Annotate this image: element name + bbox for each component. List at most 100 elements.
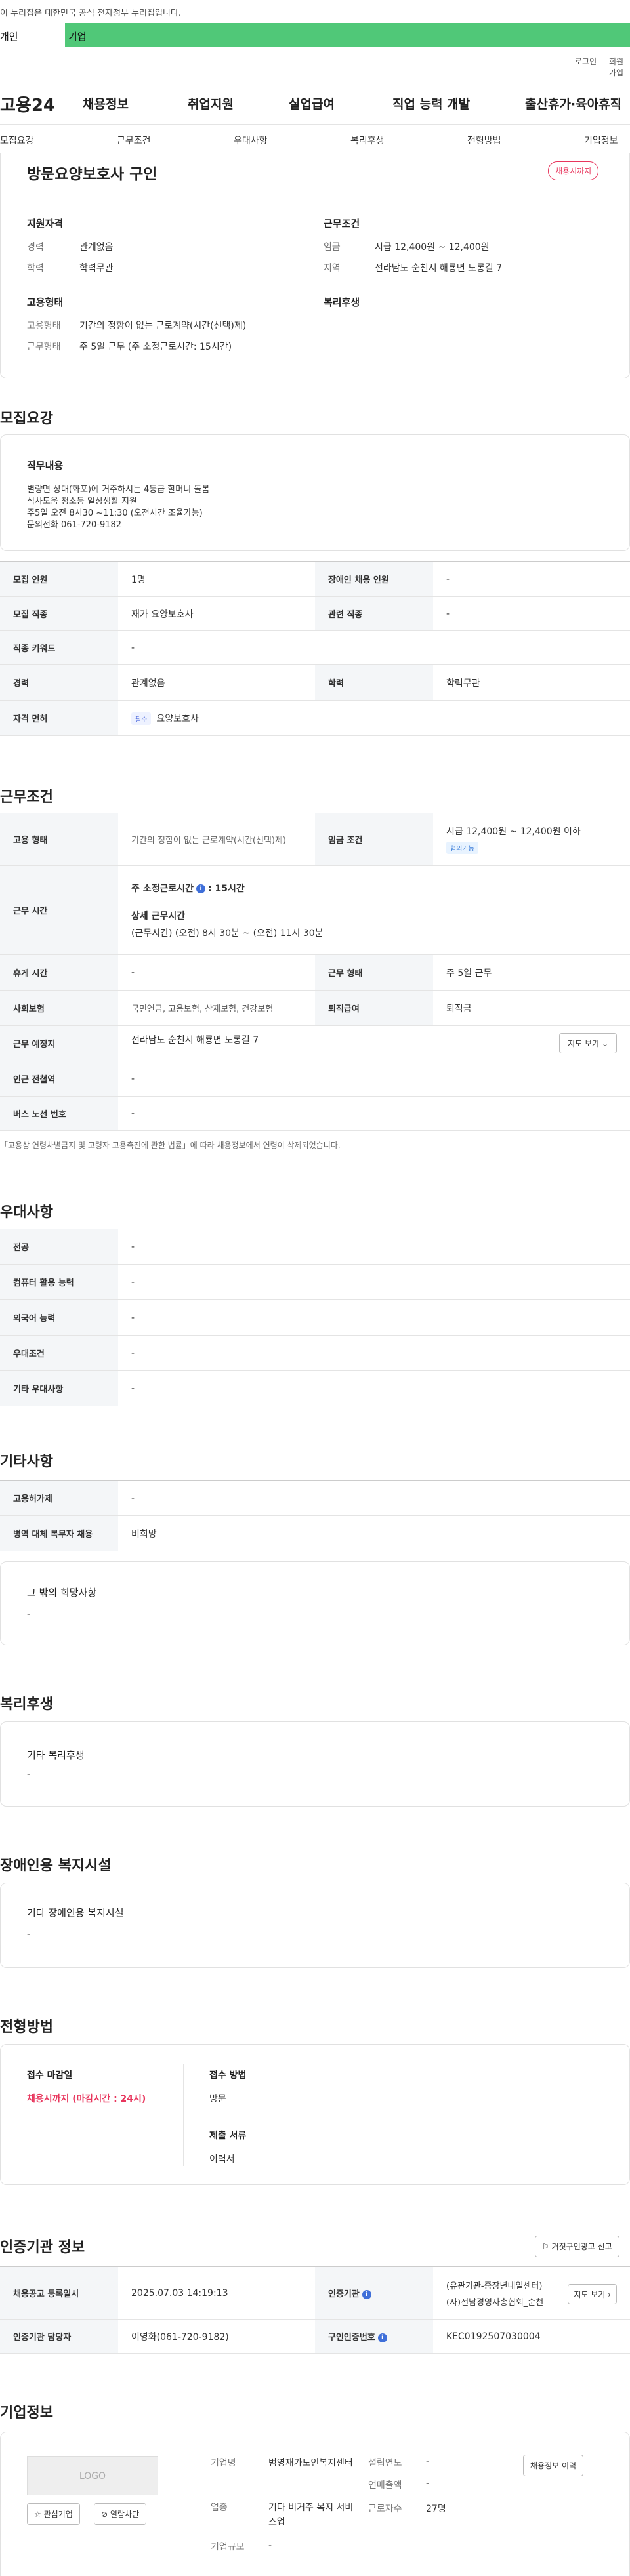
td: 주 소정근로시간 i: 15시간 상세 근무시간 (근무시간) (오전) 8시 3… <box>118 865 630 955</box>
disabled-box-title: 기타 장애인용 복지시설 <box>27 1907 124 1919</box>
agency-map-label: 지도 보기 <box>574 2289 606 2299</box>
work-type-value: 주 5일 근무 (주 소정근로시간: 15시간) <box>79 342 232 352</box>
th: 모집 인원 <box>0 561 118 597</box>
info-icon[interactable]: i <box>196 884 206 893</box>
flag-icon: ⚐ <box>542 2242 549 2251</box>
td: 국민연금, 고용보험, 산재보험, 건강보험 <box>118 990 315 1026</box>
duty-box: 직무내용 별량면 상대(화포)에 거주하시는 4등급 할머니 돌봄 식사도움 청… <box>0 434 630 551</box>
chevron-down-icon: ⌄ <box>601 1039 608 1048</box>
join-link[interactable]: 회원가입 <box>609 56 630 78</box>
table-row: 모집 인원 1명 장애인 채용 인원 - <box>0 561 630 597</box>
info-icon[interactable]: i <box>362 2289 371 2299</box>
pref-table: 전공 - 컴퓨터 활용 능력 - 외국어 능력 - 우대조건 - 기타 우대사항 - <box>0 1229 630 1406</box>
td: 주 5일 근무 <box>433 954 630 991</box>
employment-title: 고용형태 <box>27 296 64 308</box>
table-row: 모집 직종 재가 요양보호사 관련 직종 - <box>0 596 630 631</box>
th: 버스 노선 번호 <box>0 1096 118 1131</box>
table-row: 병역 대체 복무자 채용 비희망 <box>0 1515 630 1551</box>
menu-employment-support[interactable]: 취업지원 <box>188 94 234 112</box>
th: 근무 예정지 <box>0 1025 118 1061</box>
method-value: 방문 <box>209 2094 226 2104</box>
menu-vocational-training[interactable]: 직업 능력 개발 <box>392 94 470 112</box>
th: 고용 형태 <box>0 813 118 866</box>
snb-recruit[interactable]: 모집요강 <box>0 134 34 147</box>
wage-detail: 시급 12,400원 ~ 12,400원 이하 <box>446 827 581 837</box>
favorite-button[interactable]: ☆ 관심기업 <box>27 2503 80 2525</box>
industry-label: 업종 <box>211 2503 228 2513</box>
company-name-label: 기업명 <box>211 2458 236 2468</box>
company-name-value: 범영재가노인복지센터 <box>268 2458 353 2468</box>
revenue-value: - <box>426 2478 430 2489</box>
place-value: 전라남도 순천시 해룡면 도롱길 7 <box>131 1035 259 1046</box>
snb-work[interactable]: 근무조건 <box>117 134 151 147</box>
founded-label: 설립연도 <box>368 2458 402 2468</box>
td: - <box>118 1096 630 1131</box>
welfare-box-title: 기타 복리후생 <box>27 1749 85 1761</box>
founded-value: - <box>426 2456 430 2466</box>
login-link[interactable]: 로그인 <box>575 56 597 67</box>
site-logo[interactable]: 고용24 <box>0 92 55 116</box>
td: 전라남도 순천시 해룡면 도롱길 7 지도 보기 ⌄ <box>118 1025 630 1061</box>
company-card: LOGO ☆ 관심기업 ⊘ 열람차단 기업명 범영재가노인복지센터 업종 기타 … <box>0 2432 630 2576</box>
td: - <box>433 596 630 631</box>
recruit-section-title: 모집요강 <box>0 411 53 427</box>
process-box: 접수 마감일 채용시까지 (마감시간 : 24시) 접수 방법 방문 제출 서류… <box>0 2044 630 2185</box>
th: 사회보험 <box>0 990 118 1026</box>
history-button[interactable]: 채용정보 이력 <box>523 2455 584 2476</box>
welfare-section-title: 복리후생 <box>0 1696 53 1713</box>
block-button[interactable]: ⊘ 열람차단 <box>94 2503 147 2525</box>
snb-pref[interactable]: 우대사항 <box>234 134 268 147</box>
th: 컴퓨터 활용 능력 <box>0 1264 118 1300</box>
menu-jobs[interactable]: 채용정보 <box>83 94 129 112</box>
block-icon: ⊘ <box>101 2510 108 2519</box>
th: 자격 면허 <box>0 700 118 736</box>
size-value: - <box>268 2540 272 2550</box>
table-row: 사회보험 국민연금, 고용보험, 산재보험, 건강보험 퇴직급여 퇴직금 <box>0 990 630 1026</box>
welfare-box: 기타 복리후생 - <box>0 1721 630 1807</box>
menu-unemployment-benefit[interactable]: 실업급여 <box>289 94 335 112</box>
deadline-value: 채용시까지 (마감시간 : 24시) <box>27 2094 146 2104</box>
td: - <box>118 1335 630 1371</box>
disabled-box-value: - <box>27 1929 31 1940</box>
docs-value: 이력서 <box>209 2154 235 2165</box>
th: 외국어 능력 <box>0 1299 118 1336</box>
td: 1명 <box>118 561 315 597</box>
menu-parental-leave[interactable]: 출산휴가·육아휴직 <box>525 94 621 112</box>
table-row: 채용공고 등록일시 2025.07.03 14:19:13 인증기관 i 지도 보… <box>0 2266 630 2320</box>
th: 전공 <box>0 1229 118 1265</box>
th: 채용공고 등록일시 <box>0 2266 118 2320</box>
td: - <box>118 1264 630 1300</box>
table-row: 외국어 능력 - <box>0 1299 630 1336</box>
pref-section-title: 우대사항 <box>0 1204 53 1221</box>
table-row: 경력 관계없음 학력 학력무관 <box>0 664 630 701</box>
map-button[interactable]: 지도 보기 ⌄ <box>559 1033 617 1053</box>
tab-company[interactable]: 기업 <box>66 23 144 47</box>
detail-hours-value: (근무시간) (오전) 8시 30분 ~ (오전) 11시 30분 <box>131 928 324 939</box>
gov-notice-text: 이 누리집은 대한민국 공식 전자정부 누리집입니다. <box>0 9 181 18</box>
snb-company[interactable]: 기업정보 <box>584 134 618 147</box>
license-value: 요양보호사 <box>156 713 199 724</box>
th: 직종 키워드 <box>0 630 118 665</box>
td: - <box>118 1229 630 1265</box>
snb-welfare[interactable]: 복리후생 <box>350 134 385 147</box>
work-type-label: 근무형태 <box>27 342 61 352</box>
duty-line: 별량면 상대(화포)에 거주하시는 4등급 할머니 돌봄 <box>27 485 210 495</box>
snb-process[interactable]: 전형방법 <box>467 134 501 147</box>
report-button[interactable]: ⚐ 거짓구인광고 신고 <box>535 2236 620 2257</box>
agency-map-button[interactable]: 지도 보기 › <box>568 2283 617 2304</box>
table-row: 고용 형태 기간의 정함이 없는 근로계약(시간(선택)제) 임금 조건 시급 … <box>0 813 630 866</box>
table-row: 근무 예정지 전라남도 순천시 해룡면 도롱길 7 지도 보기 ⌄ <box>0 1025 630 1061</box>
info-icon[interactable]: i <box>377 2333 387 2342</box>
td: 학력무관 <box>433 664 630 701</box>
condition-title: 근무조건 <box>324 218 360 230</box>
table-row: 고용허가제 - <box>0 1480 630 1516</box>
tab-personal[interactable]: 개인 <box>0 23 65 47</box>
method-title: 접수 방법 <box>209 2070 247 2081</box>
table-row: 자격 면허 필수 요양보호사 <box>0 700 630 736</box>
td: - <box>433 561 630 597</box>
gov-notice-bar: 이 누리집은 대한민국 공식 전자정부 누리집입니다. <box>0 0 630 23</box>
th: 임금 조건 <box>315 813 433 866</box>
disabled-box: 기타 장애인용 복지시설 - <box>0 1883 630 1968</box>
table-row: 인증기관 담당자 이영화(061-720-9182) 구인인증번호 i KEC01… <box>0 2319 630 2354</box>
process-section-title: 전형방법 <box>0 2019 53 2035</box>
